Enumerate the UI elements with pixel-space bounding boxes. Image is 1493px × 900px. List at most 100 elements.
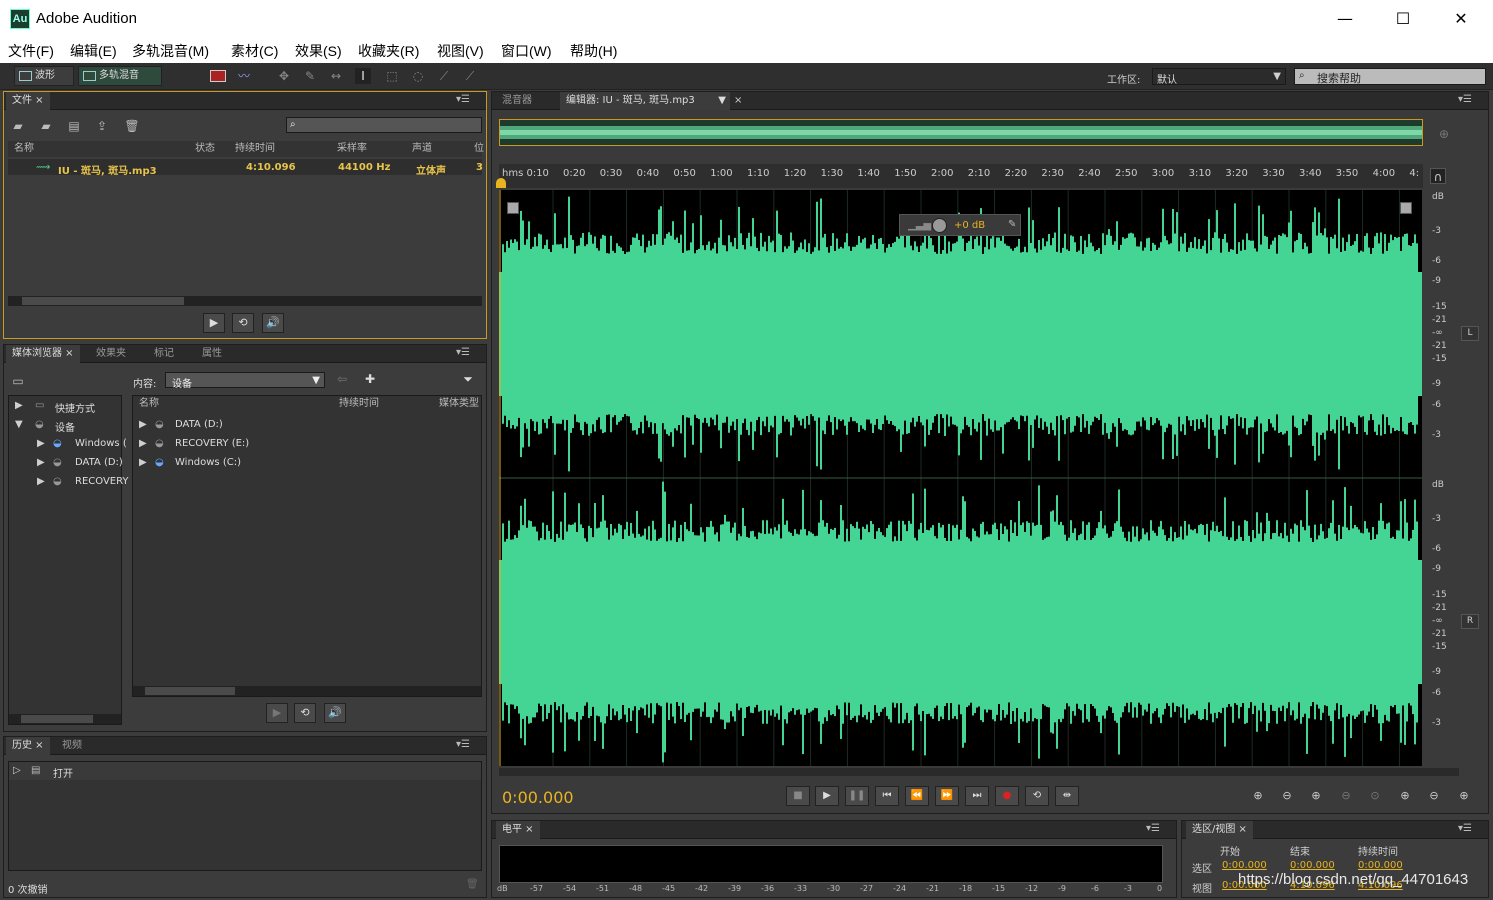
menu-edit[interactable]: 编辑(E) <box>70 41 117 61</box>
overview-navigator[interactable] <box>499 119 1423 146</box>
gain-knob-icon[interactable] <box>932 218 947 233</box>
autoplay-button[interactable]: 🔊 <box>324 703 346 723</box>
drive-icon[interactable]: ▭ <box>10 373 26 389</box>
open-folder-icon[interactable]: ▰ <box>10 118 26 134</box>
loop-playback-button[interactable]: ⟲ <box>1025 786 1049 806</box>
menu-multitrack[interactable]: 多轨混音(M) <box>132 41 209 61</box>
files-search-input[interactable]: ⌕ <box>286 117 482 133</box>
tab-media-browser[interactable]: 媒体浏览器 × <box>6 345 80 363</box>
headphone-icon[interactable]: ∩ <box>1430 168 1446 184</box>
panel-menu-icon[interactable]: ▾☰ <box>456 94 470 105</box>
open-file-icon[interactable]: ▰ <box>38 118 54 134</box>
playhead-marker-icon[interactable] <box>496 178 506 188</box>
healing-tool-icon[interactable]: ⟋ <box>462 68 478 84</box>
collapse-arrow-icon[interactable]: ▼ <box>15 419 23 430</box>
go-to-end-button[interactable]: ⏭ <box>965 786 989 806</box>
add-shortcut-icon[interactable]: ✚ <box>362 371 378 387</box>
current-time-display[interactable]: 0:00.000 <box>502 788 574 807</box>
fast-forward-button[interactable]: ⏩ <box>935 786 959 806</box>
chevron-down-icon[interactable]: ▼ <box>718 92 726 110</box>
fade-out-handle-icon[interactable] <box>1400 202 1412 214</box>
tree-hscrollbar[interactable] <box>9 714 121 724</box>
maximize-button[interactable]: ☐ <box>1380 6 1426 32</box>
selection-duration-field[interactable]: 0:00.000 <box>1358 860 1403 871</box>
brush-tool-icon[interactable]: ⟋ <box>436 68 452 84</box>
panel-menu-icon[interactable]: ▾☰ <box>1458 94 1472 105</box>
filter-icon[interactable]: ⏷ <box>460 371 476 387</box>
tab-editor[interactable]: 编辑器: IU - 斑马, 斑马.mp3 ▼ <box>560 92 730 110</box>
time-selection-tool-icon[interactable]: I <box>355 68 371 84</box>
record-button[interactable]: ● <box>995 786 1019 806</box>
zoom-out-point-icon[interactable]: ⊖ <box>1424 789 1444 805</box>
multitrack-view-button[interactable]: 多轨混音 <box>78 66 162 86</box>
trash-icon[interactable]: 🗑 <box>466 879 479 890</box>
search-help-input[interactable]: ⌕ 搜索帮助 <box>1294 68 1486 85</box>
razor-tool-icon[interactable]: ✎ <box>302 68 318 84</box>
delete-icon[interactable]: 🗑 <box>124 118 140 134</box>
loop-button[interactable]: ⟲ <box>294 703 316 723</box>
expand-arrow-icon[interactable]: ▶ <box>37 476 45 487</box>
zoom-in-time-icon[interactable]: ⊕ <box>1306 789 1326 805</box>
lasso-tool-icon[interactable]: ◌ <box>410 68 426 84</box>
pause-button[interactable]: ❚❚ <box>845 786 869 806</box>
panel-menu-icon[interactable]: ▾☰ <box>1458 823 1472 834</box>
expand-arrow-icon[interactable]: ▶ <box>139 419 147 430</box>
play-button[interactable]: ▶ <box>203 313 225 333</box>
zoom-selection-icon[interactable]: ⊕ <box>1454 789 1474 805</box>
tab-effects-rack[interactable]: 效果夹 <box>90 345 132 363</box>
zoom-in-amplitude-icon[interactable]: ⊕ <box>1248 789 1268 805</box>
menu-view[interactable]: 视图(V) <box>437 41 484 61</box>
expand-arrow-icon[interactable]: ▶ <box>139 457 147 468</box>
menu-clip[interactable]: 素材(C) <box>231 41 278 61</box>
zoom-out-amplitude-icon[interactable]: ⊖ <box>1277 789 1297 805</box>
expand-arrow-icon[interactable]: ▶ <box>37 438 45 449</box>
zoom-navigator-icon[interactable]: ⊕ <box>1436 126 1452 142</box>
tab-markers[interactable]: 标记 <box>148 345 180 363</box>
zoom-in-point-icon[interactable]: ⊕ <box>1395 789 1415 805</box>
waveform-view-button[interactable]: 波形 <box>14 66 74 86</box>
import-icon[interactable]: ⇪ <box>94 118 110 134</box>
go-to-start-button[interactable]: ⏮ <box>875 786 899 806</box>
new-file-icon[interactable]: ▤ <box>66 118 82 134</box>
tab-mixer[interactable]: 混音器 <box>496 92 538 110</box>
rewind-button[interactable]: ⏪ <box>905 786 929 806</box>
close-icon[interactable]: × <box>734 95 742 106</box>
slip-tool-icon[interactable]: ↔ <box>328 68 344 84</box>
menu-help[interactable]: 帮助(H) <box>570 41 617 61</box>
tab-history[interactable]: 历史 × <box>6 737 50 755</box>
waveform-display[interactable]: ▁▃▅ +0 dB ✎ <box>498 190 1422 766</box>
stop-button[interactable]: ■ <box>786 786 810 806</box>
skip-selection-button[interactable]: ⇹ <box>1055 786 1079 806</box>
pitch-icon[interactable]: 〰 <box>236 68 252 84</box>
move-tool-icon[interactable]: ✥ <box>276 68 292 84</box>
autoplay-button[interactable]: 🔊 <box>262 313 284 333</box>
table-row[interactable]: ⟿ IU - 斑马, 斑马.mp3 4:10.096 44100 Hz 立体声 … <box>8 159 483 177</box>
loop-button[interactable]: ⟲ <box>232 313 254 333</box>
list-item[interactable]: ▶ ◒ RECOVERY (E:) <box>133 435 481 453</box>
tab-files[interactable]: 文件 × <box>6 92 50 110</box>
waveform-hscrollbar[interactable] <box>499 768 1459 776</box>
panel-menu-icon[interactable]: ▾☰ <box>456 739 470 750</box>
zoom-full-icon[interactable]: ⊙ <box>1365 789 1385 805</box>
zoom-out-time-icon[interactable]: ⊖ <box>1336 789 1356 805</box>
marquee-tool-icon[interactable]: ⬚ <box>384 68 400 84</box>
tab-properties[interactable]: 属性 <box>196 345 228 363</box>
tab-video[interactable]: 视频 <box>56 737 88 755</box>
menu-favorites[interactable]: 收藏夹(R) <box>358 41 419 61</box>
expand-arrow-icon[interactable]: ▶ <box>15 400 23 411</box>
play-button[interactable]: ▶ <box>815 786 839 806</box>
menu-effects[interactable]: 效果(S) <box>295 41 342 61</box>
play-button[interactable]: ▶ <box>266 703 288 723</box>
channel-right-toggle[interactable]: R <box>1461 614 1479 629</box>
list-item[interactable]: ▶ ◒ DATA (D:) <box>133 416 481 434</box>
expand-arrow-icon[interactable]: ▶ <box>139 438 147 449</box>
files-hscrollbar[interactable] <box>8 296 482 306</box>
menu-window[interactable]: 窗口(W) <box>501 41 552 61</box>
panel-menu-icon[interactable]: ▾☰ <box>456 347 470 358</box>
panel-menu-icon[interactable]: ▾☰ <box>1146 823 1160 834</box>
file-list-hscrollbar[interactable] <box>133 686 481 696</box>
list-item[interactable]: ▶ ◒ Windows (C:) <box>133 454 481 472</box>
tab-level[interactable]: 电平 × <box>496 821 540 839</box>
list-item[interactable]: ▷ ▤ 打开 <box>9 762 481 780</box>
content-select[interactable]: 设备 ▼ <box>165 372 325 390</box>
